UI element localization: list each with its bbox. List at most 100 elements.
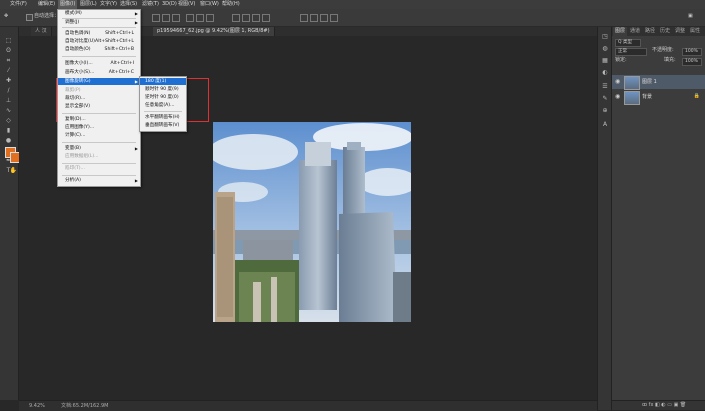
workspace-icon[interactable]: ▣ — [688, 12, 693, 21]
distribute-icon[interactable] — [252, 14, 260, 22]
move-tool-icon[interactable]: ✥ — [4, 12, 8, 21]
menu-item-mode[interactable]: 模式(M) ▶ — [58, 10, 140, 17]
menu-help[interactable]: 帮助(H) — [220, 0, 242, 9]
distribute-icon[interactable] — [242, 14, 250, 22]
brush-panel-icon[interactable]: ✎ — [601, 95, 609, 103]
layers-footer-icons[interactable]: ꝏ fx ◧ ◐ ▭ ▣ 🗑 — [642, 402, 686, 408]
layers-footer: ꝏ fx ◧ ◐ ▭ ▣ 🗑 — [612, 400, 705, 410]
menu-item-reveal-all[interactable]: 显示全部(V) — [58, 103, 140, 110]
align-icon[interactable] — [206, 14, 214, 22]
layer-name: 图层 1 — [642, 79, 657, 85]
tab-layers[interactable]: 图层 — [613, 27, 628, 36]
menu-item-image-size[interactable]: 图像大小(I)... Alt+Ctrl+I — [58, 60, 140, 67]
menu-item-calculations[interactable]: 计算(C)... — [58, 132, 140, 139]
menu-item-adjustments[interactable]: 调整(J) ▶ — [58, 19, 140, 26]
tab-document-active[interactable]: p19594667_62.jpg @ 9.42%(图层 1, RGB/8#) — [153, 27, 275, 36]
fill-input[interactable]: 100% — [682, 58, 702, 66]
document-image[interactable] — [213, 122, 411, 322]
brush-tool-icon[interactable]: ∕ — [3, 87, 14, 94]
menu-item-flip-vertical[interactable]: 垂直翻转画布(V) — [140, 122, 186, 129]
menu-view[interactable]: 视图(V) — [176, 0, 197, 9]
3d-mode-icon[interactable] — [310, 14, 318, 22]
hand-tool-icon[interactable]: ✋ — [8, 167, 19, 174]
blur-tool-icon[interactable]: ● — [3, 137, 14, 144]
color-panel-icon[interactable]: ◍ — [601, 45, 609, 53]
character-panel-icon[interactable]: A — [601, 121, 609, 129]
menu-item-rotate-arbitrary[interactable]: 任意角度(A)... — [140, 102, 186, 109]
menu-item-canvas-size[interactable]: 画布大小(S)... Alt+Ctrl+C — [58, 69, 140, 76]
properties-panel-icon[interactable]: ☰ — [601, 83, 609, 91]
lasso-tool-icon[interactable]: ʘ — [3, 47, 14, 54]
auto-select-checkbox[interactable] — [26, 14, 33, 21]
history-panel-icon[interactable]: ◳ — [601, 33, 609, 41]
blend-mode-dropdown[interactable]: 正常 — [615, 48, 647, 56]
zoom-readout[interactable]: 9.42% — [29, 402, 45, 410]
tab-channels[interactable]: 通道 — [628, 27, 642, 36]
rotation-submenu: 180 度(1) 顺时针 90 度(9) 逆时针 90 度(0) 任意角度(A)… — [139, 76, 187, 132]
eraser-tool-icon[interactable]: ◇ — [3, 117, 14, 124]
tab-paths[interactable]: 路径 — [643, 27, 657, 36]
3d-mode-icon[interactable] — [300, 14, 308, 22]
panel-tabs: 图层 通道 路径 历史 调整 属性 — [612, 27, 705, 36]
marquee-tool-icon[interactable]: ⬚ — [3, 37, 14, 44]
layer-row[interactable]: ◉ 图层 1 — [612, 75, 705, 90]
eyedropper-tool-icon[interactable]: ⁄ — [3, 67, 14, 74]
image-menu: 模式(M) ▶ 调整(J) ▶ 自动色调(N) Shift+Ctrl+L 自动对比度(… — [57, 9, 141, 187]
layer-filter-dropdown[interactable]: Q 类型 — [615, 39, 641, 47]
distribute-icon[interactable] — [232, 14, 240, 22]
menu-type[interactable]: 文字(Y) — [98, 0, 119, 9]
menu-item-auto-tone[interactable]: 自动色调(N) Shift+Ctrl+L — [58, 30, 140, 37]
layer-thumbnail — [624, 76, 640, 90]
menu-item-image-rotation[interactable]: 图像旋转(G) ▶ — [58, 78, 140, 85]
menu-item-duplicate[interactable]: 复制(D)... — [58, 116, 140, 123]
menu-layer[interactable]: 图层(L) — [78, 0, 99, 9]
menu-select[interactable]: 选择(S) — [118, 0, 139, 9]
menu-item-rotate-180[interactable]: 180 度(1) — [140, 78, 186, 85]
menu-image[interactable]: 图像(I) — [58, 0, 78, 9]
menu-edit[interactable]: 编辑(E) — [36, 0, 57, 9]
tab-adjustments[interactable]: 调整 — [673, 27, 687, 36]
gradient-tool-icon[interactable]: ▮ — [3, 127, 14, 134]
menu-filter[interactable]: 滤镜(T) — [140, 0, 161, 9]
stamp-tool-icon[interactable]: ⊥ — [3, 97, 14, 104]
align-icon[interactable] — [172, 14, 180, 22]
menu-item-apply-image[interactable]: 应用图像(Y)... — [58, 124, 140, 131]
window-controls: —□✕ — [657, 0, 705, 17]
menu-item-auto-contrast[interactable]: 自动对比度(U) Alt+Shift+Ctrl+L — [58, 38, 140, 45]
eye-icon[interactable]: ◉ — [615, 93, 620, 100]
city-photo-illustration — [213, 122, 411, 322]
menu-file[interactable]: 文件(F) — [8, 0, 29, 9]
doc-size-readout: 文档:65.2M/162.9M — [61, 403, 109, 409]
opacity-input[interactable]: 100% — [682, 48, 702, 56]
menu-window[interactable]: 窗口(W) — [198, 0, 221, 9]
3d-mode-icon[interactable] — [320, 14, 328, 22]
swatches-panel-icon[interactable]: ▦ — [601, 57, 609, 65]
menu-item-trap: 陷印(T)... — [65, 166, 85, 171]
menu-item-rotate-90-ccw[interactable]: 逆时针 90 度(0) — [140, 94, 186, 101]
align-icon[interactable] — [162, 14, 170, 22]
tab-document-left[interactable]: 人 汉 — [31, 27, 52, 36]
align-icon[interactable] — [196, 14, 204, 22]
3d-mode-icon[interactable] — [330, 14, 338, 22]
history-brush-icon[interactable]: ∿ — [3, 107, 14, 114]
menu-item-apply-data-set: 应用数据组(L)... — [65, 154, 99, 159]
tab-history[interactable]: 历史 — [658, 27, 672, 36]
menu-item-trim[interactable]: 裁切(R)... — [58, 95, 140, 102]
menu-item-variables[interactable]: 变量(B) ▶ — [58, 145, 140, 152]
crop-tool-icon[interactable]: ⌗ — [3, 57, 14, 64]
menu-item-analysis[interactable]: 分析(A) ▶ — [58, 177, 140, 184]
eye-icon[interactable]: ◉ — [615, 78, 620, 85]
clone-source-icon[interactable]: ⊕ — [601, 107, 609, 115]
align-icon[interactable] — [152, 14, 160, 22]
tab-properties[interactable]: 属性 — [688, 27, 702, 36]
status-bar: 9.42% 文档:65.2M/162.9M — [19, 400, 597, 411]
panel-dock: ◳ ◍ ▦ ◐ ☰ ✎ ⊕ A — [597, 27, 612, 410]
align-icon[interactable] — [186, 14, 194, 22]
distribute-icon[interactable] — [262, 14, 270, 22]
menu-item-auto-color[interactable]: 自动颜色(O) Shift+Ctrl+B — [58, 46, 140, 53]
healing-tool-icon[interactable]: ✚ — [3, 77, 14, 84]
menu-item-flip-horizontal[interactable]: 水平翻转画布(H) — [140, 114, 186, 121]
adjustments-panel-icon[interactable]: ◐ — [601, 69, 609, 77]
layer-row[interactable]: ◉ 背景 🔒 — [612, 90, 705, 105]
menu-item-rotate-90-cw[interactable]: 顺时针 90 度(9) — [140, 86, 186, 93]
